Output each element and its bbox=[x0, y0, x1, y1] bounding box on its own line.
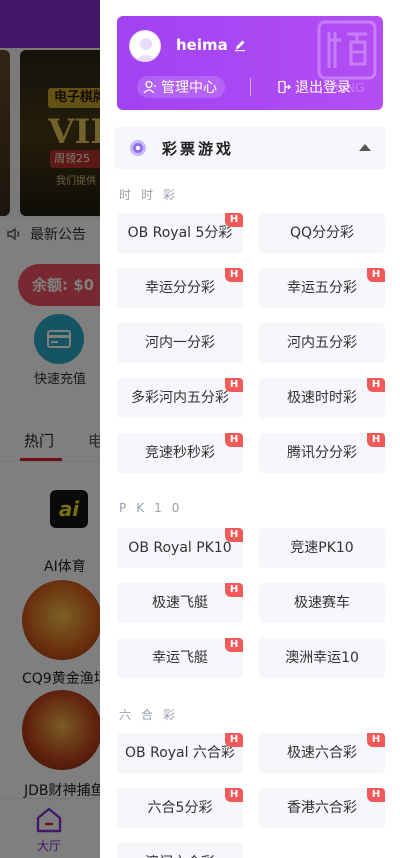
hot-badge: H bbox=[367, 733, 385, 747]
lottery-game-label: 香港六合彩 bbox=[287, 800, 357, 816]
manage-center-button[interactable]: 管理中心 bbox=[137, 76, 225, 98]
lottery-game-button[interactable]: 幸运飞艇 H bbox=[117, 638, 243, 678]
lottery-game-label: 竞速PK10 bbox=[290, 540, 354, 556]
lottery-game-label: 极速飞艇 bbox=[152, 595, 208, 611]
lottery-game-button[interactable]: 竞速PK10 bbox=[259, 528, 385, 568]
lottery-game-label: 六合5分彩 bbox=[147, 800, 213, 816]
lottery-ball-icon bbox=[130, 140, 146, 156]
lottery-game-label: OB Royal 5分彩 bbox=[127, 225, 233, 241]
lottery-game-label: 幸运飞艇 bbox=[152, 650, 208, 666]
hot-badge: H bbox=[225, 378, 243, 392]
hot-badge: H bbox=[225, 433, 243, 447]
lottery-game-button[interactable]: 极速六合彩 H bbox=[259, 733, 385, 773]
lottery-game-label: 幸运分分彩 bbox=[145, 280, 215, 296]
lottery-game-button[interactable]: 六合5分彩 H bbox=[117, 788, 243, 828]
lottery-game-label: 极速六合彩 bbox=[287, 745, 357, 761]
lottery-game-button[interactable]: 多彩河内五分彩 H bbox=[117, 378, 243, 418]
category-label: 六合彩 bbox=[119, 708, 186, 722]
lottery-game-button[interactable]: 极速时时彩 H bbox=[259, 378, 385, 418]
lottery-game-button[interactable]: 幸运五分彩 H bbox=[259, 268, 385, 308]
card-divider bbox=[250, 78, 251, 96]
logout-button[interactable]: 退出登录 bbox=[277, 76, 351, 98]
lottery-game-label: OB Royal 六合彩 bbox=[125, 745, 235, 761]
lottery-game-label: 多彩河内五分彩 bbox=[131, 390, 229, 406]
hot-badge: H bbox=[225, 268, 243, 282]
logout-label: 退出登录 bbox=[295, 80, 351, 96]
lottery-game-button[interactable]: 腾讯分分彩 H bbox=[259, 433, 385, 473]
category-label: PK10 bbox=[119, 501, 190, 515]
lottery-game-button[interactable]: 极速飞艇 H bbox=[117, 583, 243, 623]
lottery-game-button[interactable]: 澳门六合彩 bbox=[117, 843, 243, 858]
user-card: HENG heima 管理中心 退出登录 bbox=[117, 16, 383, 110]
hot-badge: H bbox=[225, 213, 243, 227]
lottery-game-button[interactable]: 竞速秒秒彩 H bbox=[117, 433, 243, 473]
logout-icon bbox=[278, 80, 291, 94]
lottery-game-label: 极速时时彩 bbox=[287, 390, 357, 406]
lottery-game-button[interactable]: 极速赛车 bbox=[259, 583, 385, 623]
hot-badge: H bbox=[367, 788, 385, 802]
user-avatar-icon bbox=[135, 38, 157, 61]
hot-badge: H bbox=[225, 788, 243, 802]
lottery-game-button[interactable]: 河内一分彩 bbox=[117, 323, 243, 363]
lottery-game-button[interactable]: 河内五分彩 bbox=[259, 323, 385, 363]
lottery-game-label: OB Royal PK10 bbox=[128, 540, 232, 556]
lottery-game-button[interactable]: 澳洲幸运10 bbox=[259, 638, 385, 678]
hot-badge: H bbox=[225, 638, 243, 652]
lottery-game-label: 竞速秒秒彩 bbox=[145, 445, 215, 461]
lottery-game-label: 河内五分彩 bbox=[287, 335, 357, 351]
lottery-game-button[interactable]: OB Royal PK10 H bbox=[117, 528, 243, 568]
lottery-game-label: 腾讯分分彩 bbox=[287, 445, 357, 461]
hot-badge: H bbox=[225, 528, 243, 542]
avatar[interactable] bbox=[129, 30, 161, 62]
lottery-game-label: 河内一分彩 bbox=[145, 335, 215, 351]
username: heima bbox=[176, 36, 228, 54]
edit-icon[interactable] bbox=[233, 38, 247, 52]
lottery-game-label: 澳门六合彩 bbox=[145, 843, 215, 858]
lottery-game-label: 幸运五分彩 bbox=[287, 280, 357, 296]
lottery-game-label: QQ分分彩 bbox=[289, 225, 355, 241]
lottery-game-button[interactable]: 幸运分分彩 H bbox=[117, 268, 243, 308]
hot-badge: H bbox=[225, 733, 243, 747]
side-drawer: HENG heima 管理中心 退出登录 彩票游戏 时时彩OB Royal 5 bbox=[100, 0, 400, 858]
hot-badge: H bbox=[225, 583, 243, 597]
lottery-game-button[interactable]: OB Royal 六合彩 H bbox=[117, 733, 243, 773]
lottery-game-button[interactable]: 香港六合彩 H bbox=[259, 788, 385, 828]
manage-center-label: 管理中心 bbox=[161, 80, 217, 96]
lottery-game-label: 极速赛车 bbox=[294, 595, 350, 611]
hot-badge: H bbox=[367, 268, 385, 282]
lottery-section-header[interactable]: 彩票游戏 bbox=[115, 127, 385, 169]
collapse-arrow-icon[interactable] bbox=[359, 144, 371, 151]
hot-badge: H bbox=[367, 378, 385, 392]
lottery-game-label: 澳洲幸运10 bbox=[285, 650, 359, 666]
hot-badge: H bbox=[367, 433, 385, 447]
lottery-game-button[interactable]: OB Royal 5分彩 H bbox=[117, 213, 243, 253]
section-title: 彩票游戏 bbox=[162, 140, 235, 158]
category-label: 时时彩 bbox=[119, 188, 186, 202]
lottery-game-button[interactable]: QQ分分彩 bbox=[259, 213, 385, 253]
user-manage-icon bbox=[143, 80, 156, 94]
